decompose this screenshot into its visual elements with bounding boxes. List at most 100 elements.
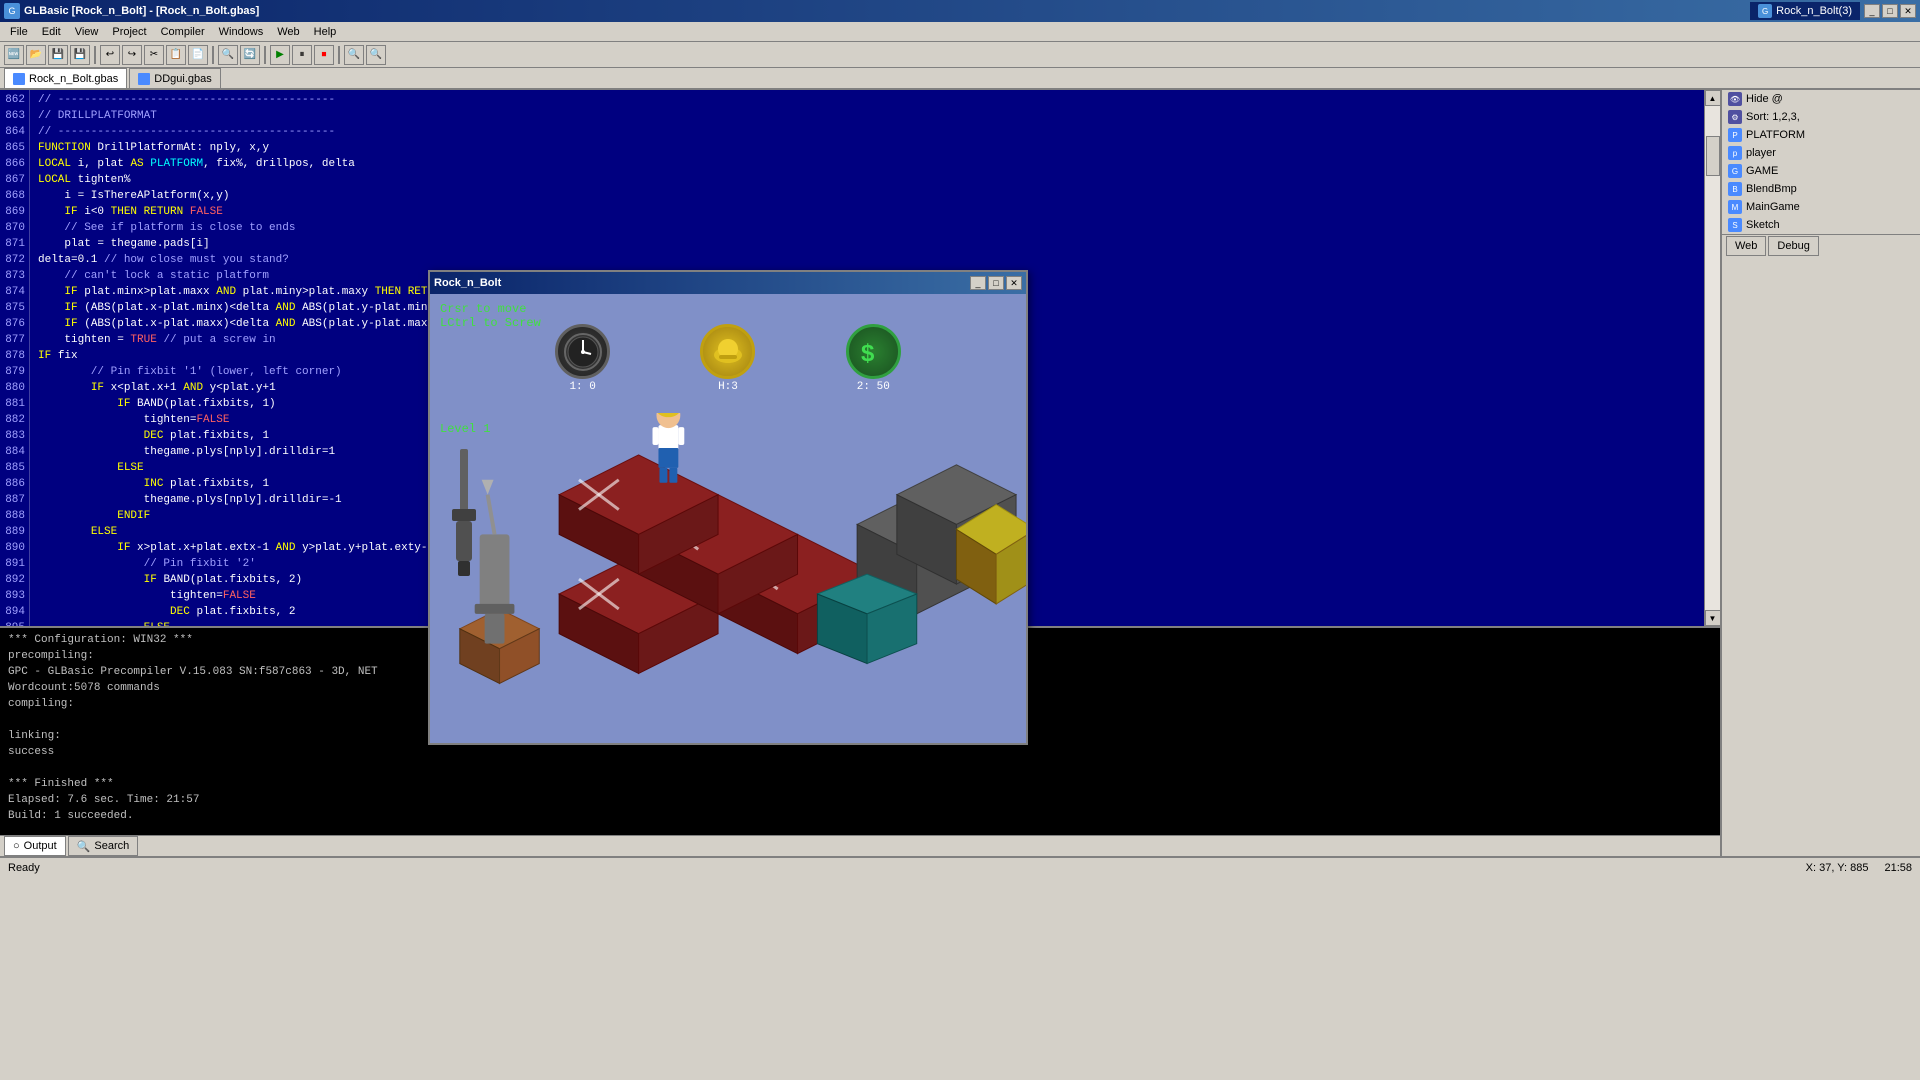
code-line: LOCAL i, plat AS PLATFORM, fix%, drillpo… [38, 156, 1696, 172]
tab-ddgui-icon [138, 73, 150, 85]
bottom-tab-output[interactable]: ○ Output [4, 836, 66, 856]
toolbar-paste[interactable]: 📄 [188, 45, 208, 65]
title-bar: G GLBasic [Rock_n_Bolt] - [Rock_n_Bolt.g… [0, 0, 1920, 22]
rp-item-maingame[interactable]: M MainGame [1722, 198, 1920, 216]
rp-tab-debug[interactable]: Debug [1768, 236, 1818, 256]
code-line: LOCAL tighten% [38, 172, 1696, 188]
game-title-bar: Rock_n_Bolt _ □ ✕ [430, 272, 1026, 294]
toolbar-open[interactable]: 📂 [26, 45, 46, 65]
output-line-elapsed: Elapsed: 7.6 sec. Time: 21:57 [8, 792, 1712, 808]
close-button[interactable]: ✕ [1900, 4, 1916, 18]
taskbar-text: Rock_n_Bolt(3) [1776, 5, 1852, 17]
code-line: delta=0.1 // how close must you stand? [38, 252, 1696, 268]
rp-player-label: player [1746, 147, 1776, 159]
tab-rocknbolt-label: Rock_n_Bolt.gbas [29, 73, 118, 85]
scroll-track[interactable] [1705, 106, 1720, 610]
game-maximize-button[interactable]: □ [988, 276, 1004, 290]
rp-platform-label: PLATFORM [1746, 129, 1805, 141]
toolbar-undo[interactable]: ↩ [100, 45, 120, 65]
rp-blendbmp-label: BlendBmp [1746, 183, 1797, 195]
menu-windows[interactable]: Windows [213, 24, 270, 40]
rp-game-label: GAME [1746, 165, 1778, 177]
toolbar-redo[interactable]: ↪ [122, 45, 142, 65]
taskbar-item[interactable]: G Rock_n_Bolt(3) [1750, 2, 1860, 20]
status-time: 21:58 [1884, 862, 1912, 874]
code-line: i = IsThereAPlatform(x,y) [38, 188, 1696, 204]
toolbar-copy[interactable]: 📋 [166, 45, 186, 65]
hud-money-label: 2: 50 [857, 381, 890, 393]
rp-sort-label: Sort: 1,2,3, [1746, 111, 1800, 123]
rp-item-hide[interactable]: 👁 Hide @ [1722, 90, 1920, 108]
toolbar-find[interactable]: 🔍 [218, 45, 238, 65]
menu-project[interactable]: Project [106, 24, 152, 40]
scroll-thumb[interactable] [1706, 136, 1720, 176]
title-bar-text: GLBasic [Rock_n_Bolt] - [Rock_n_Bolt.gba… [24, 5, 259, 17]
toolbar-zoomout[interactable]: 🔍 [366, 45, 386, 65]
menu-edit[interactable]: Edit [36, 24, 67, 40]
game-title-text: Rock_n_Bolt [434, 277, 501, 289]
hud-helmet-icon [700, 324, 755, 379]
rp-tab-web-label: Web [1735, 240, 1757, 252]
line-numbers: 862 863 864 865 866 867 868 869 870 871 … [0, 90, 30, 626]
menu-view[interactable]: View [69, 24, 105, 40]
sketch-icon: S [1728, 218, 1742, 232]
game-close-button[interactable]: ✕ [1006, 276, 1022, 290]
toolbar-save[interactable]: 💾 [48, 45, 68, 65]
game-window: Rock_n_Bolt _ □ ✕ Crsr to move LCtrl to … [428, 270, 1028, 745]
toolbar-saveall[interactable]: 💾 [70, 45, 90, 65]
tab-ddgui[interactable]: DDgui.gbas [129, 68, 220, 88]
rp-bottom-tabs: Web Debug [1722, 234, 1920, 256]
menu-compiler[interactable]: Compiler [155, 24, 211, 40]
scroll-up-button[interactable]: ▲ [1705, 90, 1721, 106]
rp-sketch-label: Sketch [1746, 219, 1780, 231]
title-bar-buttons: _ □ ✕ [1864, 4, 1916, 18]
search-tab-icon: 🔍 [77, 840, 91, 853]
menu-file[interactable]: File [4, 24, 34, 40]
svg-text:$: $ [861, 340, 875, 367]
eye-icon: 👁 [1728, 92, 1742, 106]
rp-item-sort[interactable]: ⚙ Sort: 1,2,3, [1722, 108, 1920, 126]
game-scene-svg [430, 413, 1026, 743]
rp-item-game[interactable]: G GAME [1722, 162, 1920, 180]
toolbar-pause[interactable]: ⏸ [292, 45, 312, 65]
blendbmp-icon: B [1728, 182, 1742, 196]
scroll-down-button[interactable]: ▼ [1705, 610, 1721, 626]
toolbar-stop[interactable]: ⏹ [314, 45, 334, 65]
status-ready: Ready [8, 862, 40, 874]
menu-bar: File Edit View Project Compiler Windows … [0, 22, 1920, 42]
toolbar-sep4 [338, 46, 340, 64]
game-hud-icons: 1: 0 H:3 [430, 324, 1026, 393]
hud-money-icon: $ [846, 324, 901, 379]
rp-item-player[interactable]: p player [1722, 144, 1920, 162]
code-line: IF i<0 THEN RETURN FALSE [38, 204, 1696, 220]
scrollbar-vertical[interactable]: ▲ ▼ [1704, 90, 1720, 626]
title-bar-left: G GLBasic [Rock_n_Bolt] - [Rock_n_Bolt.g… [4, 3, 259, 19]
code-line: plat = thegame.pads[i] [38, 236, 1696, 252]
search-tab-label: Search [94, 840, 129, 852]
toolbar-cut[interactable]: ✂ [144, 45, 164, 65]
toolbar-replace[interactable]: 🔄 [240, 45, 260, 65]
minimize-button[interactable]: _ [1864, 4, 1880, 18]
toolbar-new[interactable]: 🆕 [4, 45, 24, 65]
toolbar-zoomin[interactable]: 🔍 [344, 45, 364, 65]
toolbar-run[interactable]: ▶ [270, 45, 290, 65]
bottom-tab-search[interactable]: 🔍 Search [68, 836, 139, 856]
rp-item-platform[interactable]: P PLATFORM [1722, 126, 1920, 144]
player-icon: p [1728, 146, 1742, 160]
right-panel: 👁 Hide @ ⚙ Sort: 1,2,3, P PLATFORM p pla… [1720, 90, 1920, 626]
hud-clock-label: 1: 0 [569, 381, 595, 393]
rp-item-blendbmp[interactable]: B BlendBmp [1722, 180, 1920, 198]
bottom-tabs: ○ Output 🔍 Search [0, 835, 1720, 856]
right-panel-bottom [1720, 626, 1920, 856]
menu-web[interactable]: Web [271, 24, 305, 40]
tab-rocknbolt[interactable]: Rock_n_Bolt.gbas [4, 68, 127, 88]
code-line: // See if platform is close to ends [38, 220, 1696, 236]
menu-help[interactable]: Help [308, 24, 343, 40]
maximize-button[interactable]: □ [1882, 4, 1898, 18]
game-minimize-button[interactable]: _ [970, 276, 986, 290]
rp-item-sketch[interactable]: S Sketch [1722, 216, 1920, 234]
rp-tab-web[interactable]: Web [1726, 236, 1766, 256]
output-line-finished: *** Finished *** [8, 776, 1712, 792]
sort-icon: ⚙ [1728, 110, 1742, 124]
toolbar-sep2 [212, 46, 214, 64]
